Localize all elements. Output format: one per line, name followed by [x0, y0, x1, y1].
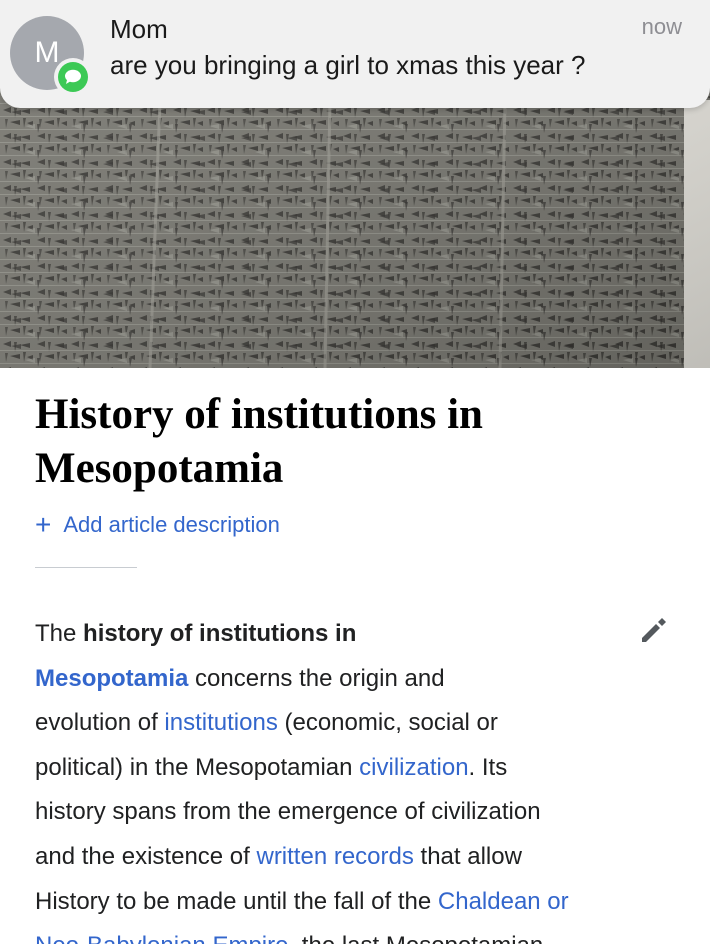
text: The [35, 620, 84, 647]
notification-sender: Mom [110, 14, 168, 44]
link-written-records[interactable]: written records [256, 843, 413, 870]
link-mesopotamia[interactable]: Mesopotamia [35, 665, 188, 692]
link-neo-babylonian-empire[interactable]: Neo-Babylonian Empire [35, 932, 288, 944]
bold-term: history of institutions in [83, 620, 357, 647]
page-title-line-1: History of institutions in [35, 391, 483, 438]
messages-icon [54, 58, 92, 96]
link-text: Mesopotamia [35, 664, 189, 692]
add-description-label: Add article description [63, 512, 280, 537]
text: History to be made until the fall of the [35, 887, 438, 915]
text: (economic, social or [277, 709, 498, 737]
paragraph-line: and the existence of written records tha… [35, 835, 675, 880]
paragraph-line: Mesopotamia concerns the origin and [35, 657, 675, 702]
title-divider [35, 567, 137, 568]
text: concerns the origin and [188, 664, 445, 692]
plus-icon: + [35, 509, 52, 540]
paragraph-line: political) in the Mesopotamian civilizat… [35, 746, 675, 791]
paragraph-line: History to be made until the fall of the… [35, 880, 675, 925]
notification-time: now [641, 14, 682, 39]
text: . Its [468, 753, 508, 781]
page-title: History of institutions in Mesopotamia [35, 388, 655, 496]
link-institutions[interactable]: institutions [164, 709, 277, 736]
notification-message: are you bringing a girl to xmas this yea… [110, 50, 586, 80]
link-chaldean-empire[interactable]: Chaldean or [438, 888, 569, 915]
text: , the last Mesopotamian [288, 932, 543, 944]
paragraph-line: evolution of institutions (economic, soc… [35, 701, 675, 746]
message-notification[interactable]: M Mom now are you bringing a girl to xma… [0, 0, 710, 108]
paragraph-line: Neo-Babylonian Empire, the last Mesopota… [35, 924, 675, 944]
link-civilization[interactable]: civilization [359, 754, 468, 781]
page-title-line-2: Mesopotamia [35, 445, 284, 492]
paragraph-line: history spans from the emergence of civi… [35, 798, 541, 826]
add-description-button[interactable]: + Add article description [35, 511, 280, 539]
lead-paragraph: The history of institutions in Mesopotam… [35, 612, 675, 944]
text: political) in the Mesopotamian [35, 753, 360, 781]
text: evolution of [35, 709, 165, 737]
text: and the existence of [35, 842, 257, 870]
text: that allow [413, 842, 522, 870]
paragraph-line: The history of institutions in [35, 612, 675, 657]
